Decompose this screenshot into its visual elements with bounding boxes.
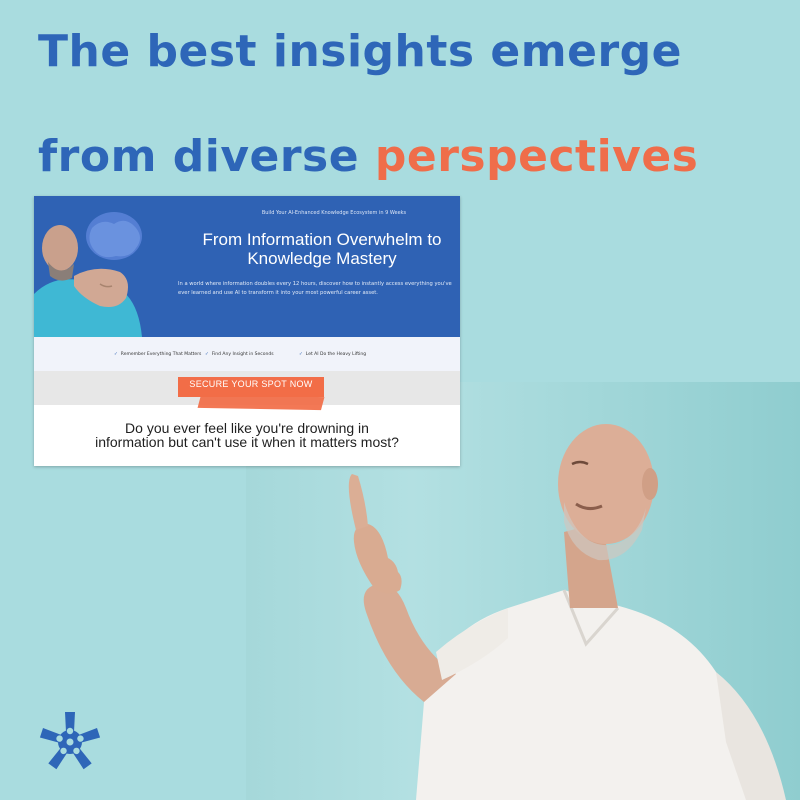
checkmark-icon: ✓ (114, 352, 118, 357)
checkmark-icon: ✓ (299, 352, 303, 357)
presenter-photo (348, 424, 786, 800)
cta-brush-stroke (197, 394, 325, 411)
headline-line-2: from diverse perspectives (38, 135, 698, 179)
headline-line-1: The best insights emerge (38, 26, 682, 77)
feature-label: Remember Everything That Matters (120, 352, 202, 357)
headline-line-2-orange: perspectives (374, 131, 699, 182)
hero-body: In a world where information doubles eve… (178, 281, 452, 296)
feature-label: Find Any Insight in Seconds (211, 352, 274, 357)
feature-item: ✓ Let AI Do the Heavy Lifting (299, 352, 366, 357)
headline-line-2-blue: from diverse (38, 131, 375, 182)
feature-label: Let AI Do the Heavy Lifting (305, 352, 367, 357)
feature-item: ✓ Find Any Insight in Seconds (205, 352, 274, 357)
checkmark-icon: ✓ (205, 352, 209, 357)
presenter-with-brain-photo (34, 212, 142, 337)
secure-spot-button[interactable]: SECURE YOUR SPOT NOW (178, 377, 324, 397)
feature-item: ✓ Remember Everything That Matters (114, 352, 201, 357)
hero-title: From Information Overwhelm to Knowledge … (202, 230, 442, 268)
hero-section: Build Your AI-Enhanced Knowledge Ecosyst… (34, 196, 460, 337)
asterisk-star-logo-icon (39, 712, 101, 770)
feature-strip: ✓ Remember Everything That Matters ✓ Find … (34, 337, 460, 371)
hero-eyebrow: Build Your AI-Enhanced Knowledge Ecosyst… (261, 210, 407, 216)
